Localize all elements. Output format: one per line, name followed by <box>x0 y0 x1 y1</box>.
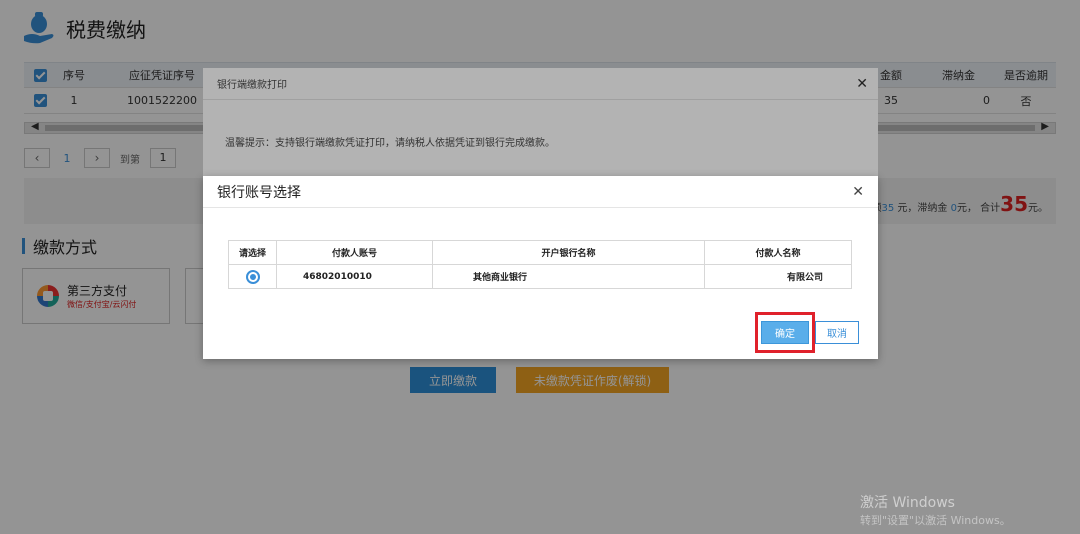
bank-account-dialog: 银行账号选择 ✕ 请选择 付款人账号 开户银行名称 付款人名称 46802010… <box>203 176 878 359</box>
close-icon[interactable]: ✕ <box>856 76 868 92</box>
bank-print-dialog-title: 银行端缴款打印 <box>203 68 878 100</box>
radio-selected-icon <box>245 269 260 284</box>
table-row[interactable]: 46802010010 其他商业银行 有限公司 <box>228 264 852 289</box>
account-number: 46802010010 <box>276 264 433 289</box>
col-select: 请选择 <box>228 240 277 265</box>
cancel-button[interactable]: 取消 <box>815 321 859 344</box>
account-radio[interactable] <box>228 264 277 289</box>
payer-name: 有限公司 <box>704 264 852 289</box>
account-table-header: 请选择 付款人账号 开户银行名称 付款人名称 <box>228 240 852 265</box>
windows-watermark: 激活 Windows <box>860 495 955 511</box>
col-payer: 付款人名称 <box>704 240 852 265</box>
account-table: 请选择 付款人账号 开户银行名称 付款人名称 46802010010 其他商业银… <box>228 240 852 289</box>
bank-print-tip: 温馨提示：支持银行端缴款凭证打印，请纳税人依据凭证到银行完成缴款。 <box>225 138 555 149</box>
close-icon[interactable]: ✕ <box>852 184 864 200</box>
confirm-button[interactable]: 确定 <box>761 321 809 344</box>
col-bank: 开户银行名称 <box>432 240 705 265</box>
col-account: 付款人账号 <box>276 240 433 265</box>
bank-print-dialog: 银行端缴款打印 ✕ 温馨提示：支持银行端缴款凭证打印，请纳税人依据凭证到银行完成… <box>203 68 878 178</box>
bank-account-dialog-title: 银行账号选择 <box>203 176 878 208</box>
bank-name: 其他商业银行 <box>432 264 705 289</box>
windows-watermark-sub: 转到"设置"以激活 Windows。 <box>860 514 1011 527</box>
